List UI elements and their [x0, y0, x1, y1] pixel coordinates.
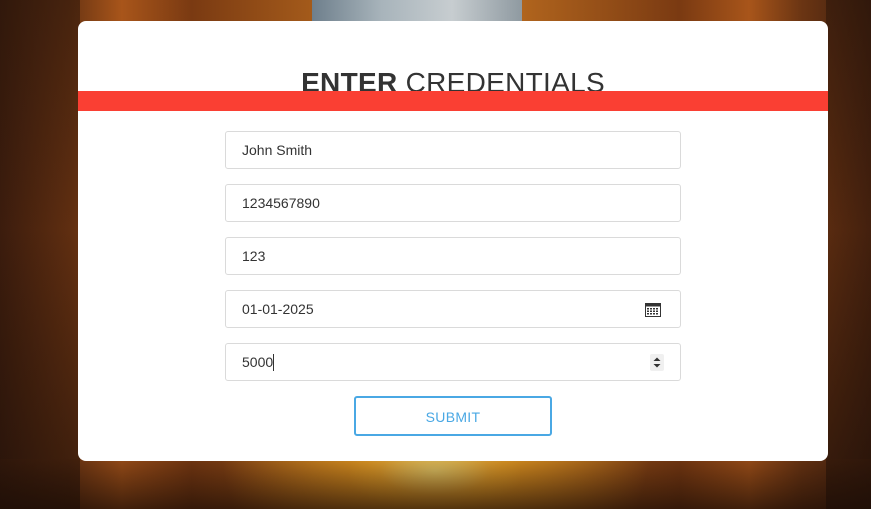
name-input[interactable] [242, 132, 642, 168]
number-input[interactable] [242, 185, 642, 221]
date-input[interactable] [242, 291, 642, 327]
amount-input[interactable] [242, 344, 642, 380]
number-field[interactable] [225, 184, 681, 222]
background-shade-right [826, 0, 871, 509]
name-field[interactable] [225, 131, 681, 169]
background-crowd [0, 459, 871, 509]
code-input[interactable] [242, 238, 642, 274]
credentials-card: ENTER CREDENTIALS SUBMIT [78, 21, 828, 461]
text-caret [273, 354, 274, 371]
background-image [0, 0, 80, 509]
calendar-icon[interactable] [645, 302, 661, 317]
spinner-icon[interactable] [650, 354, 664, 371]
accent-bar [78, 91, 828, 111]
amount-field[interactable] [225, 343, 681, 381]
background-sky [312, 0, 522, 22]
submit-button[interactable]: SUBMIT [354, 396, 552, 436]
date-field[interactable] [225, 290, 681, 328]
code-field[interactable] [225, 237, 681, 275]
